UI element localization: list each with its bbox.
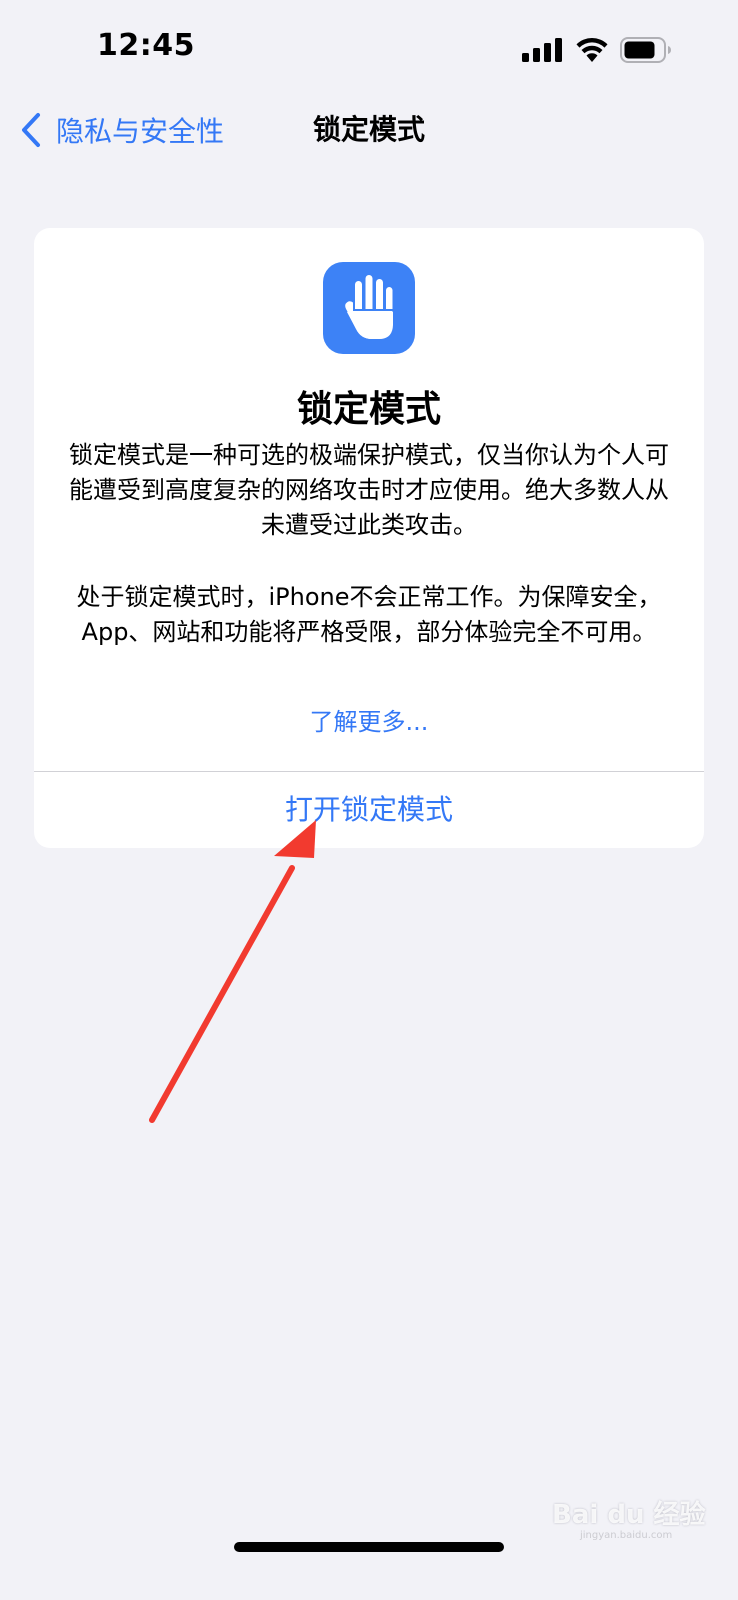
turn-on-lockdown-button[interactable]: 打开锁定模式 [34,772,704,848]
signal-icon [522,38,562,62]
page-title: 锁定模式 [312,113,425,146]
hand-raised-icon [323,262,415,354]
status-bar: 12:45 [0,0,738,100]
battery-icon [620,37,671,63]
wifi-icon [576,38,608,62]
card-description-2: 处于锁定模式时，iPhone不会正常工作。为保障安全，App、网站和功能将严格受… [76,583,662,646]
watermark-subtext: jingyan.baidu.com [580,1530,673,1541]
card-title: 锁定模式 [296,389,441,430]
lockdown-mode-card: 锁定模式 锁定模式是一种可选的极端保护模式，仅当你认为个人可能遭受到高度复杂的网… [34,228,704,848]
annotation-arrow [149,820,316,1123]
home-indicator[interactable] [234,1542,504,1552]
card-description-1: 锁定模式是一种可选的极端保护模式，仅当你认为个人可能遭受到高度复杂的网络攻击时才… [69,441,669,539]
watermark: Bai du 经验 [552,1500,706,1530]
learn-more-link[interactable]: 了解更多... [34,702,704,737]
status-time: 12:45 [97,28,195,63]
